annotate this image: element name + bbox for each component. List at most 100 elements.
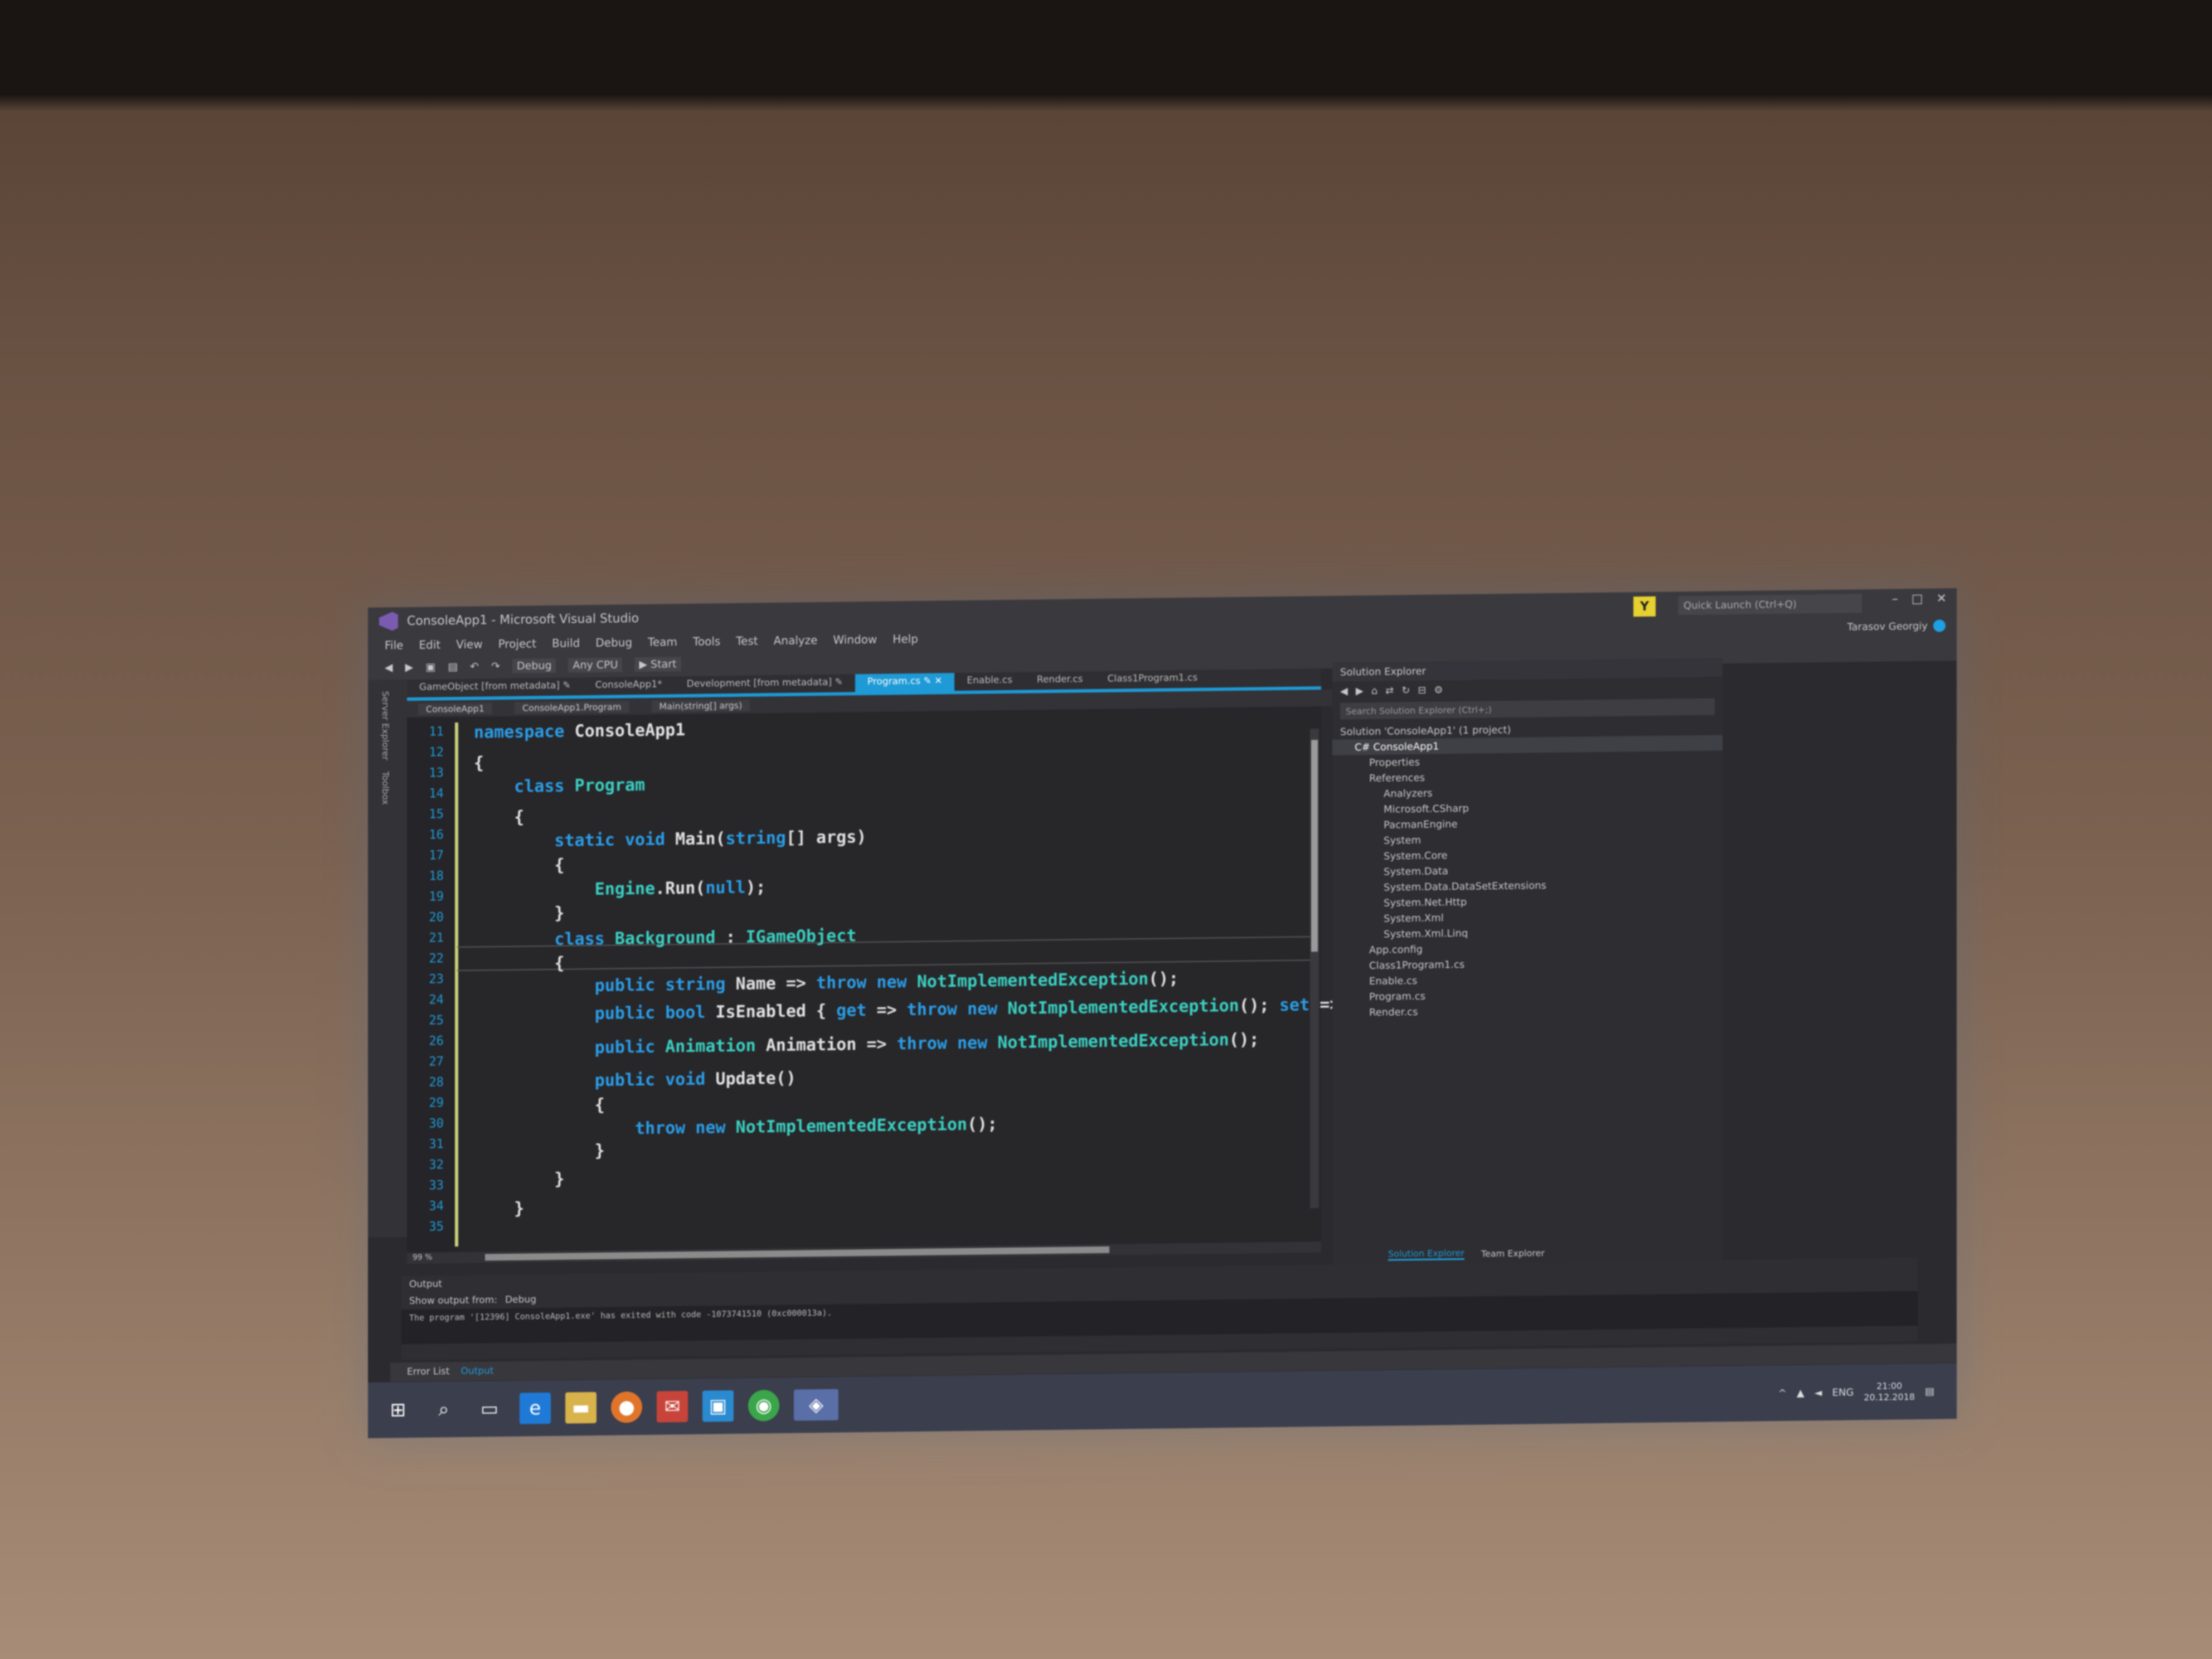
- code-line[interactable]: public void Update(): [474, 1069, 796, 1092]
- code-line[interactable]: }: [474, 1170, 564, 1190]
- tab-enable[interactable]: Enable.cs: [954, 672, 1025, 691]
- code-line[interactable]: }: [474, 1141, 605, 1162]
- tab-program[interactable]: Program.cs ✎ ✕: [855, 673, 955, 692]
- line-number: 21: [429, 931, 444, 945]
- project-dropdown[interactable]: ConsoleApp1: [418, 702, 492, 715]
- minimize-button[interactable]: –: [1892, 592, 1898, 606]
- task-view-icon[interactable]: ▭: [474, 1393, 505, 1425]
- tab-development[interactable]: Development [from metadata] ✎: [675, 674, 855, 694]
- notification-badge[interactable]: Y: [1633, 596, 1656, 617]
- mail-icon[interactable]: ✉: [657, 1390, 688, 1423]
- menu-file[interactable]: File: [385, 638, 403, 652]
- tab-solution-explorer[interactable]: Solution Explorer: [1388, 1247, 1464, 1261]
- undo-icon[interactable]: ↶: [470, 661, 479, 673]
- menu-debug[interactable]: Debug: [595, 636, 632, 649]
- code-token: =>: [866, 1000, 907, 1020]
- menu-team[interactable]: Team: [648, 635, 677, 649]
- line-number: 11: [429, 725, 444, 739]
- volume-icon[interactable]: ◄: [1815, 1387, 1822, 1399]
- solution-search-input[interactable]: Search Solution Explorer (Ctrl+;): [1340, 698, 1715, 720]
- start-button[interactable]: ▶ Start: [634, 657, 681, 672]
- notifications-icon[interactable]: ▤: [1925, 1385, 1934, 1397]
- type-dropdown[interactable]: ConsoleApp1.Program: [514, 700, 629, 714]
- menu-test[interactable]: Test: [736, 634, 758, 647]
- redo-icon[interactable]: ↷: [491, 660, 500, 672]
- explorer-icon[interactable]: ▬: [565, 1391, 596, 1424]
- tab-class1program1[interactable]: Class1Program1.cs: [1095, 670, 1210, 690]
- vertical-scrollbar[interactable]: [1310, 729, 1319, 1209]
- tab-consoleapp1[interactable]: ConsoleApp1*: [583, 676, 675, 695]
- line-number: 29: [429, 1096, 444, 1110]
- menu-build[interactable]: Build: [552, 636, 580, 650]
- tab-error-list[interactable]: Error List: [407, 1366, 450, 1377]
- menu-edit[interactable]: Edit: [419, 638, 440, 651]
- back-icon[interactable]: ◀: [385, 661, 393, 673]
- solution-tree: Solution 'ConsoleApp1' (1 project) C# Con…: [1332, 719, 1723, 1021]
- menu-project[interactable]: Project: [498, 637, 536, 651]
- tree-node-label: Analyzers: [1384, 787, 1433, 800]
- clock[interactable]: 21:00 20.12.2018: [1864, 1380, 1915, 1403]
- menu-analyze[interactable]: Analyze: [774, 633, 818, 647]
- menu-view[interactable]: View: [456, 637, 482, 651]
- home-icon[interactable]: ⌂: [1371, 685, 1377, 696]
- account[interactable]: Tarasov Georgiy: [1847, 619, 1946, 633]
- code-token: {: [474, 1095, 605, 1117]
- code-line[interactable]: }: [474, 1199, 524, 1219]
- code-line[interactable]: throw new NotImplementedException();: [474, 1115, 997, 1141]
- code-line[interactable]: public Animation Animation => throw new …: [474, 1030, 1259, 1059]
- photos-icon[interactable]: ▣: [702, 1390, 734, 1422]
- output-source-select[interactable]: Debug: [505, 1294, 536, 1306]
- chrome-icon[interactable]: ◉: [748, 1389, 779, 1422]
- zoom-level[interactable]: 99 %: [413, 1253, 433, 1262]
- network-icon[interactable]: ▲: [1797, 1387, 1804, 1399]
- code-line[interactable]: {: [474, 954, 564, 974]
- maximize-button[interactable]: □: [1912, 592, 1923, 606]
- solution-explorer-toolbar: ◀ ▶ ⌂ ⇄ ↻ ⊟ ⚙: [1332, 677, 1723, 701]
- menu-window[interactable]: Window: [833, 633, 877, 647]
- vertical-scroll-thumb[interactable]: [1311, 740, 1318, 952]
- visual-studio-icon[interactable]: ◈: [794, 1389, 838, 1421]
- forward-icon[interactable]: ▶: [405, 661, 414, 673]
- tab-output[interactable]: Output: [461, 1365, 494, 1377]
- server-explorer-tab[interactable]: Server Explorer: [380, 691, 391, 760]
- tab-team-explorer[interactable]: Team Explorer: [1481, 1248, 1545, 1259]
- back-icon[interactable]: ◀: [1340, 685, 1348, 697]
- language-indicator[interactable]: ENG: [1832, 1386, 1854, 1398]
- new-project-icon[interactable]: ▣: [425, 661, 435, 673]
- properties-icon[interactable]: ⚙: [1434, 684, 1443, 696]
- code-line[interactable]: }: [474, 904, 564, 924]
- code-token: Animation =>: [755, 1034, 897, 1056]
- quick-launch-input[interactable]: Quick Launch (Ctrl+Q): [1678, 594, 1862, 615]
- platform-select[interactable]: Any CPU: [568, 657, 623, 673]
- firefox-icon[interactable]: ●: [611, 1391, 642, 1423]
- code-editor[interactable]: 11 12 13 14 15 16 17 18 19 20 21 22 23 24 25 26 27 28 29 30…: [407, 706, 1461, 1253]
- collapse-icon[interactable]: ⊟: [1418, 684, 1426, 696]
- sync-icon[interactable]: ⇄: [1385, 685, 1394, 696]
- configuration-select[interactable]: Debug: [512, 658, 556, 673]
- search-icon[interactable]: ⌕: [428, 1394, 459, 1425]
- toolbox-tab[interactable]: Toolbox: [380, 772, 391, 805]
- windows-start-icon[interactable]: ⊞: [382, 1394, 414, 1426]
- menu-help[interactable]: Help: [892, 632, 918, 646]
- chevron-up-icon[interactable]: ^: [1778, 1387, 1787, 1399]
- code-line[interactable]: {: [474, 753, 484, 773]
- code-line[interactable]: {: [474, 856, 564, 876]
- member-dropdown[interactable]: Main(string[] args): [651, 699, 750, 712]
- tree-node-label: System.Xml.Linq: [1384, 927, 1468, 940]
- code-line[interactable]: class Program: [474, 775, 645, 797]
- code-line[interactable]: Engine.Run(null);: [474, 877, 766, 900]
- forward-icon[interactable]: ▶: [1356, 685, 1364, 697]
- avatar: [1933, 619, 1946, 632]
- save-icon[interactable]: ▤: [448, 661, 458, 673]
- code-line[interactable]: namespace ConsoleApp1: [474, 720, 685, 743]
- refresh-icon[interactable]: ↻: [1401, 685, 1410, 696]
- code-line[interactable]: public string Name => throw new NotImple…: [474, 969, 1179, 997]
- edge-icon[interactable]: e: [520, 1392, 551, 1424]
- code-line[interactable]: {: [474, 1095, 605, 1117]
- tab-gameobject[interactable]: GameObject [from metadata] ✎: [407, 677, 583, 697]
- menu-tools[interactable]: Tools: [693, 634, 720, 648]
- code-line[interactable]: static void Main(string[] args): [474, 828, 866, 852]
- close-button[interactable]: ✕: [1937, 591, 1947, 605]
- tab-render[interactable]: Render.cs: [1025, 671, 1095, 690]
- code-line[interactable]: {: [474, 807, 524, 827]
